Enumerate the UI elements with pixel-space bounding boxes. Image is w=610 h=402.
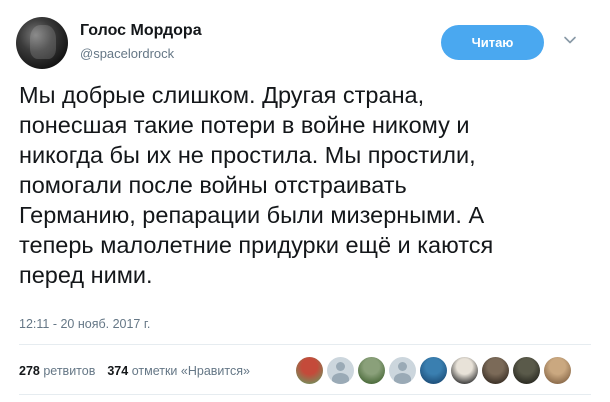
likes-count: 374 bbox=[107, 364, 129, 378]
tweet-stats: 278 ретвитов 374 отметки «Нравится» bbox=[19, 364, 262, 378]
divider-top bbox=[19, 344, 591, 345]
liker-avatar-9[interactable] bbox=[544, 357, 571, 384]
author-avatar[interactable] bbox=[16, 17, 68, 69]
liker-avatars bbox=[296, 357, 571, 384]
liker-avatar-1[interactable] bbox=[296, 357, 323, 384]
retweets-label: ретвитов bbox=[43, 364, 96, 378]
retweets-stat[interactable]: 278 ретвитов bbox=[19, 364, 95, 378]
divider-bottom bbox=[19, 394, 591, 395]
author-name[interactable]: Голос Мордора bbox=[80, 22, 202, 40]
liker-avatar-7[interactable] bbox=[482, 357, 509, 384]
tweet-text: Мы добрые слишком. Другая страна, понесш… bbox=[19, 82, 494, 288]
tweet-timestamp[interactable]: 12:11 - 20 нояб. 2017 г. bbox=[19, 317, 150, 331]
liker-avatar-2[interactable] bbox=[327, 357, 354, 384]
likes-label: отметки «Нравится» bbox=[131, 364, 250, 378]
follow-button[interactable]: Читаю bbox=[441, 25, 544, 60]
author-handle[interactable]: @spacelordrock bbox=[80, 46, 174, 61]
liker-avatar-5[interactable] bbox=[420, 357, 447, 384]
liker-avatar-3[interactable] bbox=[358, 357, 385, 384]
likes-stat[interactable]: 374 отметки «Нравится» bbox=[107, 364, 250, 378]
liker-avatar-8[interactable] bbox=[513, 357, 540, 384]
liker-avatar-6[interactable] bbox=[451, 357, 478, 384]
retweets-count: 278 bbox=[19, 364, 40, 378]
chevron-down-icon[interactable] bbox=[563, 33, 577, 47]
liker-avatar-4[interactable] bbox=[389, 357, 416, 384]
